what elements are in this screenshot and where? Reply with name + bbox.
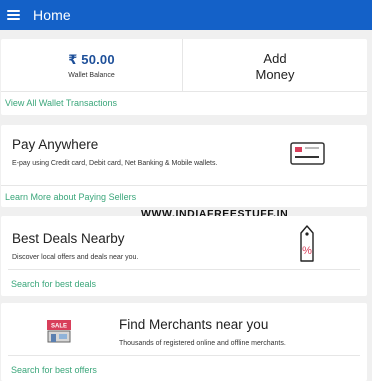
page-title: Home [33, 7, 71, 23]
learn-more-paying-sellers-link[interactable]: Learn More about Paying Sellers [1, 185, 367, 207]
app-bar: Home [0, 0, 372, 30]
search-best-deals-link[interactable]: Search for best deals [8, 269, 360, 294]
price-tag-icon: % [300, 225, 314, 262]
add-money-button[interactable]: Add Money [183, 39, 367, 91]
pay-anywhere-card: Pay Anywhere E-pay using Credit card, De… [1, 125, 367, 207]
find-merchants-card: SALE Find Merchants near you Thousands o… [1, 303, 367, 381]
pay-anywhere-description: E-pay using Credit card, Debit card, Net… [12, 160, 218, 167]
search-best-offers-link[interactable]: Search for best offers [8, 355, 360, 381]
best-deals-title: Best Deals Nearby [12, 231, 125, 246]
best-deals-description: Discover local offers and deals near you… [12, 254, 139, 261]
add-money-label-line2: Money [255, 67, 295, 82]
sale-icon-text: SALE [51, 324, 67, 330]
pay-anywhere-title: Pay Anywhere [12, 137, 99, 152]
wallet-amount: ₹ 50.00 [68, 52, 115, 67]
wallet-balance-label: Wallet Balance [68, 72, 115, 79]
wallet-balance[interactable]: ₹ 50.00 Wallet Balance [1, 39, 183, 91]
menu-icon[interactable] [7, 10, 20, 20]
view-wallet-transactions-link[interactable]: View All Wallet Transactions [5, 98, 117, 108]
wallet-card: ₹ 50.00 Wallet Balance Add Money View Al… [1, 39, 367, 115]
find-merchants-description: Thousands of registered online and offli… [119, 340, 286, 347]
add-money-label-line1: Add [263, 51, 287, 66]
find-merchants-title: Find Merchants near you [119, 317, 269, 332]
best-deals-card: Best Deals Nearby Discover local offers … [1, 216, 367, 296]
price-tag-percent: % [302, 245, 312, 257]
sale-store-icon: SALE [47, 320, 71, 343]
credit-card-icon [290, 142, 325, 165]
